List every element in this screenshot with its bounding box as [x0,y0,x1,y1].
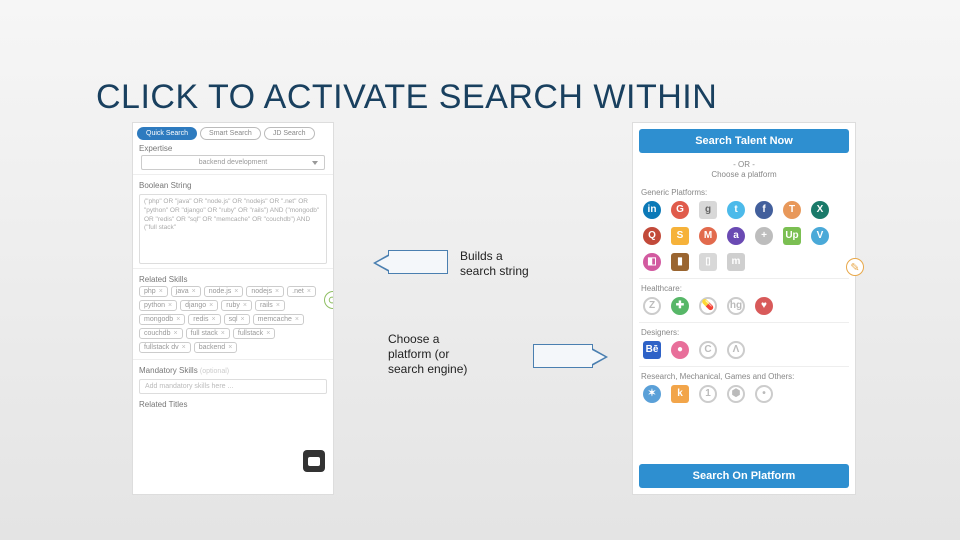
platform-icon[interactable]: k [671,385,689,403]
platform-icon[interactable]: 1 [699,385,717,403]
platform-icon[interactable]: ♥ [755,297,773,315]
skill-chip[interactable]: fullstack [233,328,275,339]
platform-panel: Search Talent Now - OR - Choose a platfo… [632,122,856,495]
mandatory-skills-input[interactable]: Add mandatory skills here ... [139,379,327,394]
related-skills-label: Related Skills [133,271,333,286]
platform-icon[interactable]: Up [783,227,801,245]
platform-icon[interactable]: g [699,201,717,219]
platform-icon[interactable]: ◧ [643,253,661,271]
search-talent-button[interactable]: Search Talent Now [639,129,849,153]
platform-icon[interactable]: ✚ [671,297,689,315]
skill-chip[interactable]: .net [287,286,316,297]
tab-quick-search[interactable]: Quick Search [137,127,197,140]
generic-platforms-grid: in GgtfTX QSMa + Up V ◧ ▮ ▯ m [633,199,855,277]
skill-chip[interactable]: nodejs [246,286,284,297]
slide-title: CLICK TO ACTIVATE SEARCH WITHIN [96,78,717,117]
hint-icon[interactable]: ✎ [846,258,864,276]
platform-icon[interactable]: ✶ [643,385,661,403]
platform-icon[interactable]: ▯ [699,253,717,271]
related-skills-chips: phpjavanode.jsnodejs.net pythondjangoruby… [133,286,333,357]
arrow-left-icon [388,250,448,274]
related-titles-label: Related Titles [133,396,333,411]
platform-icon[interactable]: Q [643,227,661,245]
expertise-label: Expertise [133,140,333,155]
skill-chip[interactable]: python [139,300,177,311]
skill-chip[interactable]: java [171,286,201,297]
skill-chip[interactable]: memcache [253,314,304,325]
platform-icon[interactable]: a [727,227,745,245]
arrow-right-icon [533,344,593,368]
skill-chip[interactable]: sql [224,314,250,325]
research-grid: ✶ k1 ⬢ • [633,383,855,409]
skill-chip[interactable]: fullstack dv [139,342,191,353]
platform-icon[interactable]: S [671,227,689,245]
platform-icon[interactable]: M [699,227,717,245]
boolean-label: Boolean String [133,177,333,192]
skill-chip[interactable]: full stack [186,328,230,339]
search-builder-panel: Quick Search Smart Search JD Search Expe… [132,122,334,495]
skill-chip[interactable]: backend [194,342,238,353]
generic-platforms-label: Generic Platforms: [633,184,855,199]
platform-icon[interactable]: ● [671,341,689,359]
search-tabs: Quick Search Smart Search JD Search [133,123,333,140]
chat-icon[interactable] [303,450,325,472]
healthcare-label: Healthcare: [633,280,855,295]
skill-chip[interactable]: node.js [204,286,244,297]
platform-icon[interactable]: m [727,253,745,271]
skill-chip[interactable]: rails [255,300,285,311]
skill-chip[interactable]: php [139,286,168,297]
annotation-choose: Choose a platform (or search engine) [388,332,483,377]
platform-icon[interactable]: V [811,227,829,245]
or-divider: - OR - Choose a platform [633,159,855,184]
platform-icon[interactable]: hg [727,297,745,315]
research-label: Research, Mechanical, Games and Others: [633,368,855,383]
platform-icon[interactable]: Λ [727,341,745,359]
tab-smart-search[interactable]: Smart Search [200,127,261,140]
platform-icon[interactable]: in [643,201,661,219]
designers-grid: Bē ● CΛ [633,339,855,365]
skill-chip[interactable]: ruby [221,300,252,311]
boolean-string-box[interactable]: ("php" OR "java" OR "node.js" OR "nodejs… [139,194,327,264]
platform-icon[interactable]: t [727,201,745,219]
platform-icon[interactable]: 💊 [699,297,717,315]
platform-icon[interactable]: Z [643,297,661,315]
platform-icon[interactable]: Bē [643,341,661,359]
annotation-builds: Builds a search string [460,249,540,279]
healthcare-grid: Z ✚ 💊 hg ♥ [633,295,855,321]
skill-chip[interactable]: mongodb [139,314,185,325]
platform-icon[interactable]: T [783,201,801,219]
platform-icon[interactable]: • [755,385,773,403]
mandatory-label: Mandatory Skills (optional) [133,362,333,377]
skill-chip[interactable]: redis [188,314,220,325]
designers-label: Designers: [633,324,855,339]
search-on-platform-button[interactable]: Search On Platform [639,464,849,488]
platform-icon[interactable]: ▮ [671,253,689,271]
tab-jd-search[interactable]: JD Search [264,127,315,140]
platform-icon[interactable]: + [755,227,773,245]
platform-icon[interactable]: C [699,341,717,359]
skill-chip[interactable]: couchdb [139,328,183,339]
skill-chip[interactable]: django [180,300,218,311]
platform-icon[interactable]: X [811,201,829,219]
platform-icon[interactable]: G [671,201,689,219]
platform-icon[interactable]: f [755,201,773,219]
expertise-select[interactable]: backend development [141,155,325,170]
platform-icon[interactable]: ⬢ [727,385,745,403]
